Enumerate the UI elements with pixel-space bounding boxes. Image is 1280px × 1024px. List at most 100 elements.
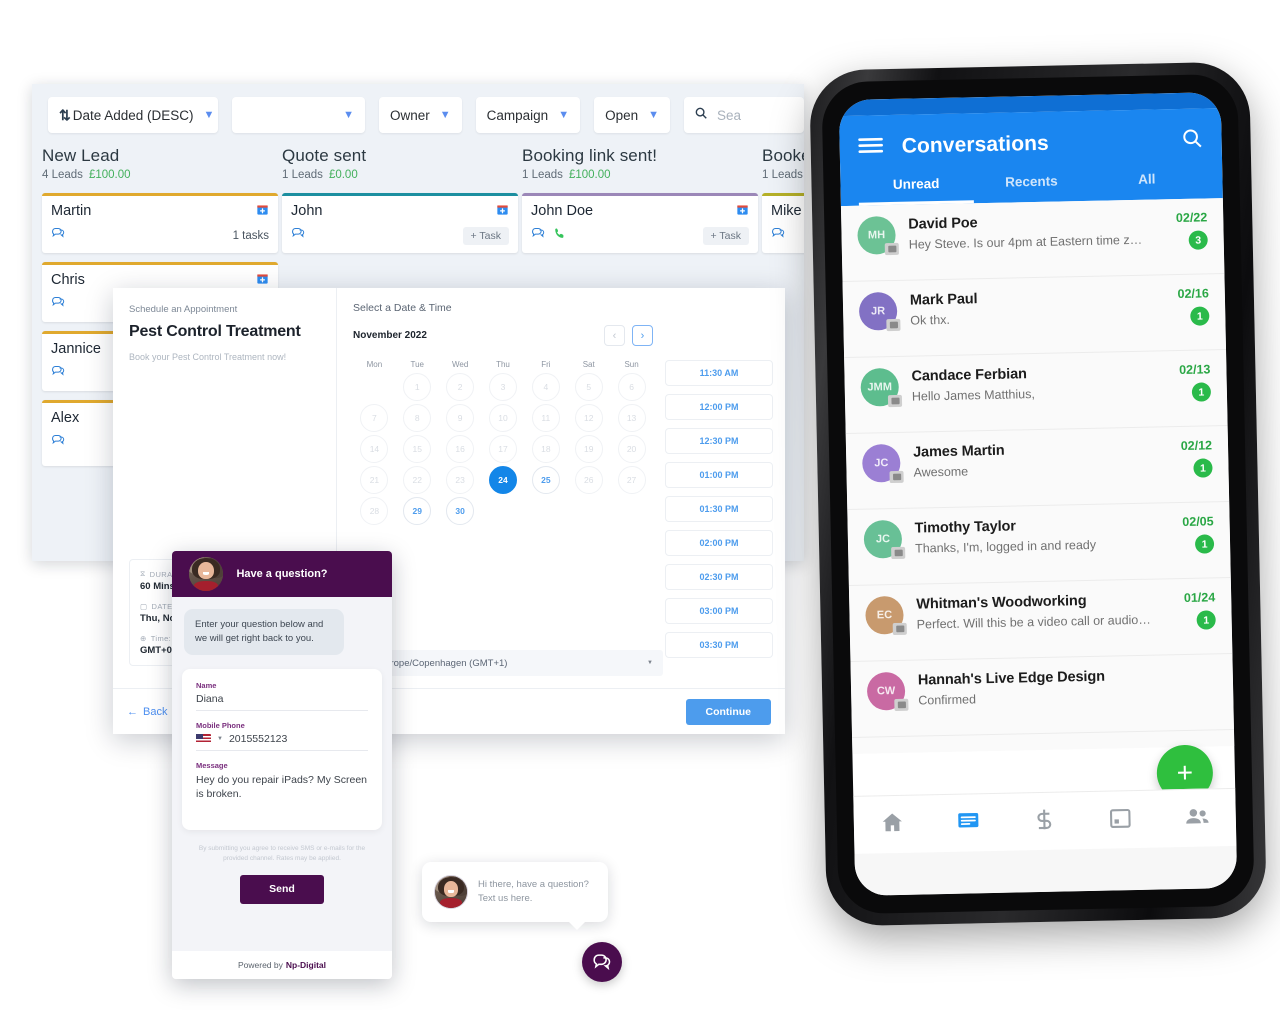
lead-card[interactable]: John Doe + Task	[522, 193, 758, 253]
phone-icon[interactable]	[553, 227, 566, 245]
conversation-preview: Awesome	[913, 464, 969, 480]
calendar-day: 21	[360, 466, 389, 494]
conversation-item[interactable]: CW Hannah's Live Edge Design Confirmed	[850, 653, 1234, 738]
conversation-name: Timothy Taylor	[914, 518, 1017, 537]
dollar-icon[interactable]	[1031, 806, 1057, 837]
calendar-month-label: November 2022	[353, 330, 427, 341]
search-placeholder: Sea	[717, 107, 742, 123]
chat-icon[interactable]	[582, 942, 622, 982]
pipeline-column-title: Booked	[762, 146, 804, 165]
phone-app-title: Conversations	[901, 131, 1050, 158]
owner-dropdown[interactable]: Owner ▼	[378, 97, 462, 133]
calendar-day[interactable]: 29	[403, 497, 432, 525]
phone-tab-all[interactable]: All	[1089, 170, 1205, 200]
home-icon[interactable]	[879, 809, 905, 840]
lead-card[interactable]: Mike	[762, 193, 804, 253]
chevron-left-icon[interactable]: ‹	[604, 325, 625, 346]
conversation-item[interactable]: MH David Poe Hey Steve. Is our 4pm at East…	[840, 198, 1225, 283]
time-slot[interactable]: 12:00 PM	[665, 394, 773, 420]
conversation-item[interactable]: JR Mark Paul Ok thx. 02/16 1	[842, 274, 1227, 359]
time-slot[interactable]: 01:00 PM	[665, 462, 773, 488]
lead-card-actions	[51, 295, 66, 314]
phone-field[interactable]: Mobile Phone ▼ 2015552123	[196, 721, 368, 751]
lead-count: 1 Leads	[762, 169, 803, 181]
search-input[interactable]: Sea	[684, 97, 804, 133]
chevron-down-icon[interactable]: ▼	[217, 736, 223, 742]
phone-app-bar-top-row: Conversations	[857, 120, 1204, 167]
conversation-meta: 02/05 1	[1163, 513, 1215, 554]
time-slot[interactable]: 12:30 PM	[665, 428, 773, 454]
continue-button[interactable]: Continue	[685, 698, 771, 725]
chat-icon[interactable]	[51, 433, 66, 452]
calendar-day: 2	[446, 373, 475, 401]
messages-icon[interactable]	[955, 808, 981, 839]
pipeline-column-summary: 1 Leads £0.00	[282, 169, 518, 181]
chevron-right-icon[interactable]: ›	[632, 325, 653, 346]
time-slot[interactable]: 01:30 PM	[665, 496, 773, 522]
time-slot[interactable]: 11:30 AM	[665, 360, 773, 386]
pipeline-column-summary: 4 Leads £100.00	[42, 169, 278, 181]
hamburger-menu-icon[interactable]	[857, 135, 884, 161]
lead-name: Martin	[51, 203, 92, 219]
calendar-day: 26	[574, 466, 603, 494]
chat-teaser-text: Hi there, have a question? Text us here.	[478, 879, 589, 904]
lead-card[interactable]: Martin 1 tasks	[42, 193, 278, 253]
conversation-item[interactable]: EC Whitman's Woodworking Perfect. Will thi…	[848, 577, 1233, 662]
status-dropdown[interactable]: Open ▼	[594, 97, 670, 133]
conversation-date: 02/12	[1180, 438, 1213, 453]
search-icon[interactable]	[1180, 126, 1204, 154]
task-count: 1 tasks	[232, 229, 269, 242]
conversation-list[interactable]: MH David Poe Hey Steve. Is our 4pm at East…	[840, 198, 1235, 754]
sort-dropdown[interactable]: ⇅ Date Added (DESC) ▼	[48, 97, 218, 133]
contacts-icon[interactable]	[1183, 803, 1211, 834]
calendar-icon[interactable]	[496, 203, 509, 216]
chevron-down-icon: ▼	[558, 109, 570, 121]
chat-icon[interactable]	[531, 226, 546, 245]
pipeline-column-summary: 1 Leads £100.00	[522, 169, 758, 181]
back-button[interactable]: ← Back	[127, 706, 167, 718]
chat-icon[interactable]	[51, 364, 66, 383]
conversation-name: David Poe	[908, 215, 978, 233]
conversation-item[interactable]: JC James Martin Awesome 02/12 1	[845, 426, 1230, 510]
conversation-item[interactable]: JC Timothy Taylor Thanks, I'm, logged in a…	[847, 501, 1231, 586]
time-slot[interactable]: 03:30 PM	[665, 632, 773, 658]
calendar-icon[interactable]	[256, 272, 269, 285]
message-type-icon	[884, 242, 899, 256]
avatar-initials: JC	[875, 533, 891, 546]
calendar-icon[interactable]	[736, 203, 749, 216]
calendar-day-selected[interactable]: 24	[488, 466, 517, 494]
send-button[interactable]: Send	[240, 874, 324, 904]
chat-icon[interactable]	[291, 226, 306, 245]
time-slot-list[interactable]: 11:30 AM 12:00 PM 12:30 PM 01:00 PM 01:30 PM…	[665, 360, 773, 670]
message-type-icon	[887, 394, 903, 408]
floating-chat-widget: Hi there, have a question? Text us here.	[422, 862, 622, 982]
lead-card[interactable]: John + Task	[282, 193, 518, 253]
add-task-button[interactable]: + Task	[462, 226, 509, 245]
chat-icon[interactable]	[51, 226, 66, 245]
filter-dropdown-blank[interactable]: ▼	[232, 97, 365, 133]
calendar-icon[interactable]	[256, 203, 269, 216]
message-field[interactable]: Message Hey do you repair iPads? My Scre…	[196, 761, 368, 806]
campaign-dropdown[interactable]: Campaign ▼	[475, 97, 581, 133]
chat-teaser-card[interactable]: Hi there, have a question? Text us here.	[422, 862, 608, 930]
calendar-day[interactable]: 30	[446, 497, 475, 525]
add-task-button[interactable]: + Task	[702, 226, 749, 245]
chat-icon[interactable]	[771, 226, 786, 245]
message-value: Hey do you repair iPads? My Screen is br…	[196, 773, 367, 800]
calendar-day[interactable]: 25	[531, 466, 560, 494]
phone-tab-recents[interactable]: Recents	[974, 173, 1090, 203]
lead-card-footer: + Task	[531, 226, 749, 245]
time-slot[interactable]: 03:00 PM	[665, 598, 773, 624]
calendar-day: 1	[403, 373, 432, 401]
calendar-icon[interactable]	[1107, 805, 1133, 836]
phone-tab-unread[interactable]: Unread	[858, 175, 975, 206]
chat-icon[interactable]	[51, 295, 66, 314]
timezone-select[interactable]: :00 Europe/Copenhagen (GMT+1) ▼	[353, 650, 663, 676]
avatar: EC	[865, 595, 907, 636]
name-field[interactable]: Name Diana	[196, 681, 368, 711]
chevron-down-icon: ▼	[647, 660, 653, 666]
calendar-day: 28	[360, 497, 389, 525]
time-slot[interactable]: 02:00 PM	[665, 530, 773, 556]
conversation-item[interactable]: JMM Candace Ferbian Hello James Matthius, 0…	[844, 350, 1228, 435]
time-slot[interactable]: 02:30 PM	[665, 564, 773, 590]
